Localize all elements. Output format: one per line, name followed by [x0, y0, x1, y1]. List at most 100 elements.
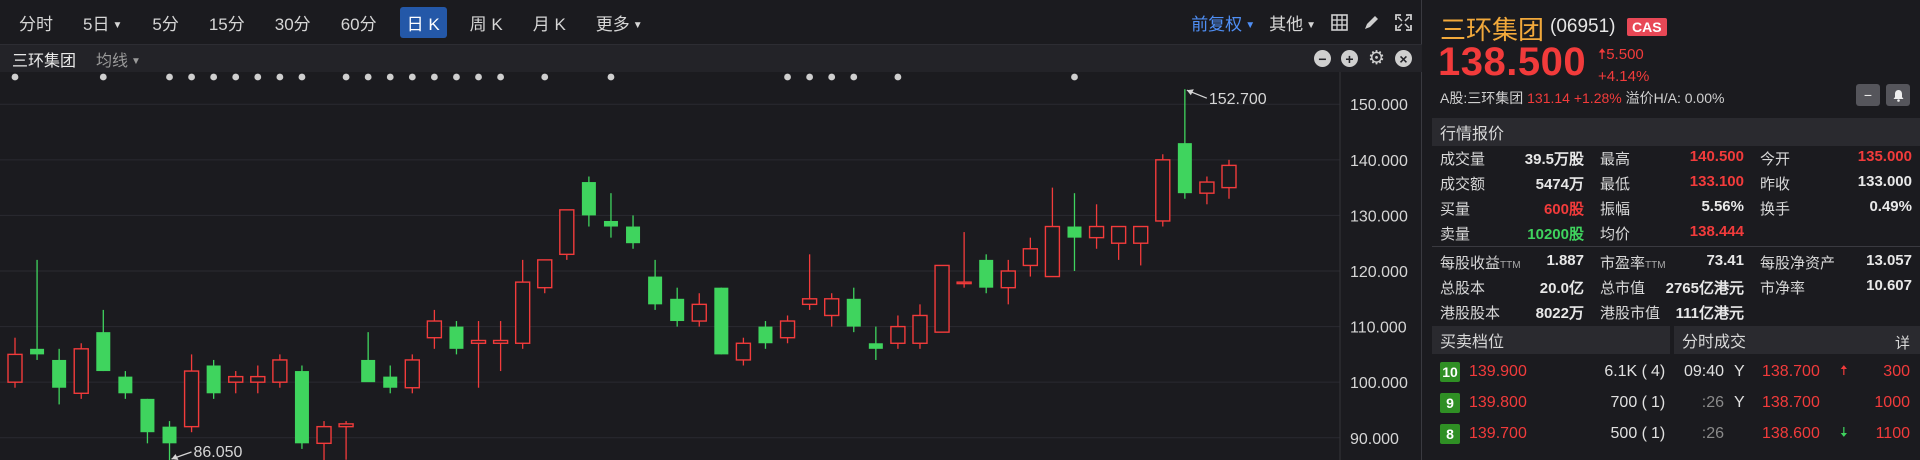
quote-section-title: 行情报价 — [1432, 118, 1920, 146]
quote-value: 10.607 — [1866, 277, 1912, 294]
quote-value: 8022万 — [1535, 305, 1584, 322]
quote-value: 133.100 — [1689, 173, 1744, 190]
orderbook-row[interactable]: 9 139.800 700 (1) — [1432, 387, 1670, 418]
ma-label: 均线 — [96, 52, 129, 70]
quote-cell: 总股本 20.0亿 — [1432, 277, 1592, 298]
minus-button[interactable]: − — [1856, 84, 1880, 106]
candle-body-down — [52, 359, 67, 388]
tick-volume: 1000 — [1874, 393, 1910, 411]
quote-row: 总股本 20.0亿 总市值 2765亿港元 市净率 10.607 — [1432, 275, 1920, 300]
quote-value: 138.444 — [1689, 223, 1744, 240]
quote-label: 卖量 — [1440, 226, 1471, 243]
quote-value: 140.500 — [1689, 148, 1744, 165]
chevron-down-icon: ▼ — [1306, 19, 1316, 31]
event-marker-dot — [210, 73, 218, 81]
quote-cell: 港股市值 111亿港元 — [1592, 302, 1752, 323]
candle-body-down — [670, 298, 685, 322]
period-intraday[interactable]: 分时 — [12, 7, 60, 38]
low-price-label: 86.050 — [194, 444, 243, 460]
zoom-out-icon[interactable]: − — [1314, 50, 1331, 67]
period-5day[interactable]: 5日 ▼ — [76, 7, 129, 38]
candle-body-down — [846, 298, 861, 327]
candle-body-up — [514, 281, 531, 344]
candle-body-up — [890, 325, 906, 344]
period-more-label: 更多 — [595, 14, 630, 34]
candle-body-down — [96, 332, 111, 372]
period-30min[interactable]: 30分 — [268, 7, 318, 38]
quote-label: 买量 — [1440, 201, 1471, 218]
candle-body-up — [912, 314, 928, 344]
quote-cell: 最低 133.100 — [1592, 173, 1752, 194]
arrow-down-icon: 🠇 — [1840, 423, 1848, 440]
order-count: 4) — [1651, 362, 1666, 380]
other-label: 其他 — [1269, 14, 1304, 34]
other-dropdown[interactable]: 其他 ▼ — [1269, 10, 1316, 35]
quote-cell: 均价 138.444 — [1592, 223, 1752, 244]
bell-alert-icon[interactable] — [1886, 84, 1910, 106]
event-marker-dot — [607, 73, 615, 81]
tick-time: :26 — [1701, 393, 1724, 411]
period-60min[interactable]: 60分 — [334, 7, 384, 38]
event-marker-dot — [806, 73, 814, 81]
candle-body-down — [979, 259, 994, 288]
period-daily-k[interactable]: 日 K — [399, 6, 447, 38]
quote-panel: 三环集团 (06951) CAS 138.500 🠅5.500 +4.14% A… — [1432, 0, 1920, 460]
stock-name-label: 三环集团 — [12, 52, 77, 70]
orderbook-row[interactable]: 10 139.900 6.1K (4) — [1432, 356, 1670, 387]
ticks-detail-button[interactable]: 详 — [1895, 332, 1910, 353]
candle-body-up — [250, 375, 266, 383]
period-5min[interactable]: 5分 — [145, 7, 185, 38]
kline-chart[interactable]: 150.000 140.000 130.000 120.000 110.000 100.0… — [0, 72, 1422, 460]
cas-badge: CAS — [1627, 18, 1667, 36]
tick-time: 09:40 — [1683, 362, 1724, 380]
quote-label: 总股本 — [1440, 277, 1485, 298]
tick-row[interactable]: 09:40 Y 138.700 🠅 300 — [1674, 356, 1920, 387]
ma-dropdown[interactable]: 均线 ▼ — [96, 47, 141, 71]
order-price: 139.900 — [1469, 362, 1527, 380]
y-tick-label: 120.000 — [1350, 264, 1408, 281]
order-volume: 6.1K ( — [1604, 362, 1647, 380]
quote-label: 换手 — [1760, 201, 1791, 218]
tick-row[interactable]: :26 138.600 🠇 1100 — [1674, 418, 1920, 449]
quote-label: 最低 — [1600, 176, 1631, 193]
period-15min[interactable]: 15分 — [202, 7, 252, 38]
candle-body-up — [316, 425, 332, 445]
y-tick-label: 100.000 — [1350, 375, 1408, 392]
adjust-dropdown[interactable]: 前复权 ▼ — [1191, 10, 1255, 35]
candle-body-up — [1044, 225, 1061, 278]
candle-body-down — [206, 365, 221, 394]
tick-time: :26 — [1701, 424, 1724, 442]
a-share-info[interactable]: A股:三环集团 131.14 +1.28% 溢价H/A: 0.00% — [1440, 88, 1724, 108]
quote-label-text: 总市值 — [1600, 280, 1646, 297]
candle-body-up — [228, 375, 244, 383]
fullscreen-icon[interactable] — [1394, 13, 1412, 31]
quote-row: 买量 600股 振幅 5.56% 换手 0.49% — [1432, 196, 1920, 221]
tick-row[interactable]: :26 Y 138.700 1000 — [1674, 387, 1920, 418]
quote-row: 卖量 10200股 均价 138.444 — [1432, 221, 1920, 246]
pen-draw-icon[interactable] — [1362, 13, 1380, 31]
settings-gear-icon[interactable]: ⚙ — [1368, 49, 1385, 68]
close-icon[interactable]: × — [1395, 50, 1412, 67]
candle-body-down — [1067, 226, 1082, 238]
price-change-value: 5.500 — [1606, 46, 1644, 63]
zoom-in-icon[interactable]: + — [1341, 50, 1358, 67]
quote-label: 今开 — [1760, 151, 1791, 168]
layout-grid-icon[interactable] — [1330, 13, 1348, 31]
quote-label-text: 市净率 — [1760, 280, 1806, 297]
orderbook-row[interactable]: 8 139.700 500 (1) — [1432, 418, 1670, 449]
quote-cell: 市净率 10.607 — [1752, 277, 1920, 298]
quote-label-text: 每股净资产 — [1760, 255, 1836, 272]
candle-body-down — [383, 376, 398, 388]
period-more[interactable]: 更多 ▼ — [589, 7, 650, 38]
chevron-down-icon: ▼ — [1245, 19, 1256, 31]
period-monthly-k[interactable]: 月 K — [526, 7, 573, 38]
candle-body-up — [559, 209, 575, 256]
quote-divider — [1432, 246, 1920, 247]
period-weekly-k[interactable]: 周 K — [463, 7, 510, 38]
event-marker-dot — [342, 73, 350, 81]
a-share-price: 131.14 — [1527, 90, 1570, 106]
quote-cell: 成交额 5474万 — [1432, 173, 1592, 194]
event-marker-dot — [232, 73, 240, 81]
tick-price: 138.700 — [1762, 393, 1820, 411]
candle-body-up — [691, 303, 707, 322]
